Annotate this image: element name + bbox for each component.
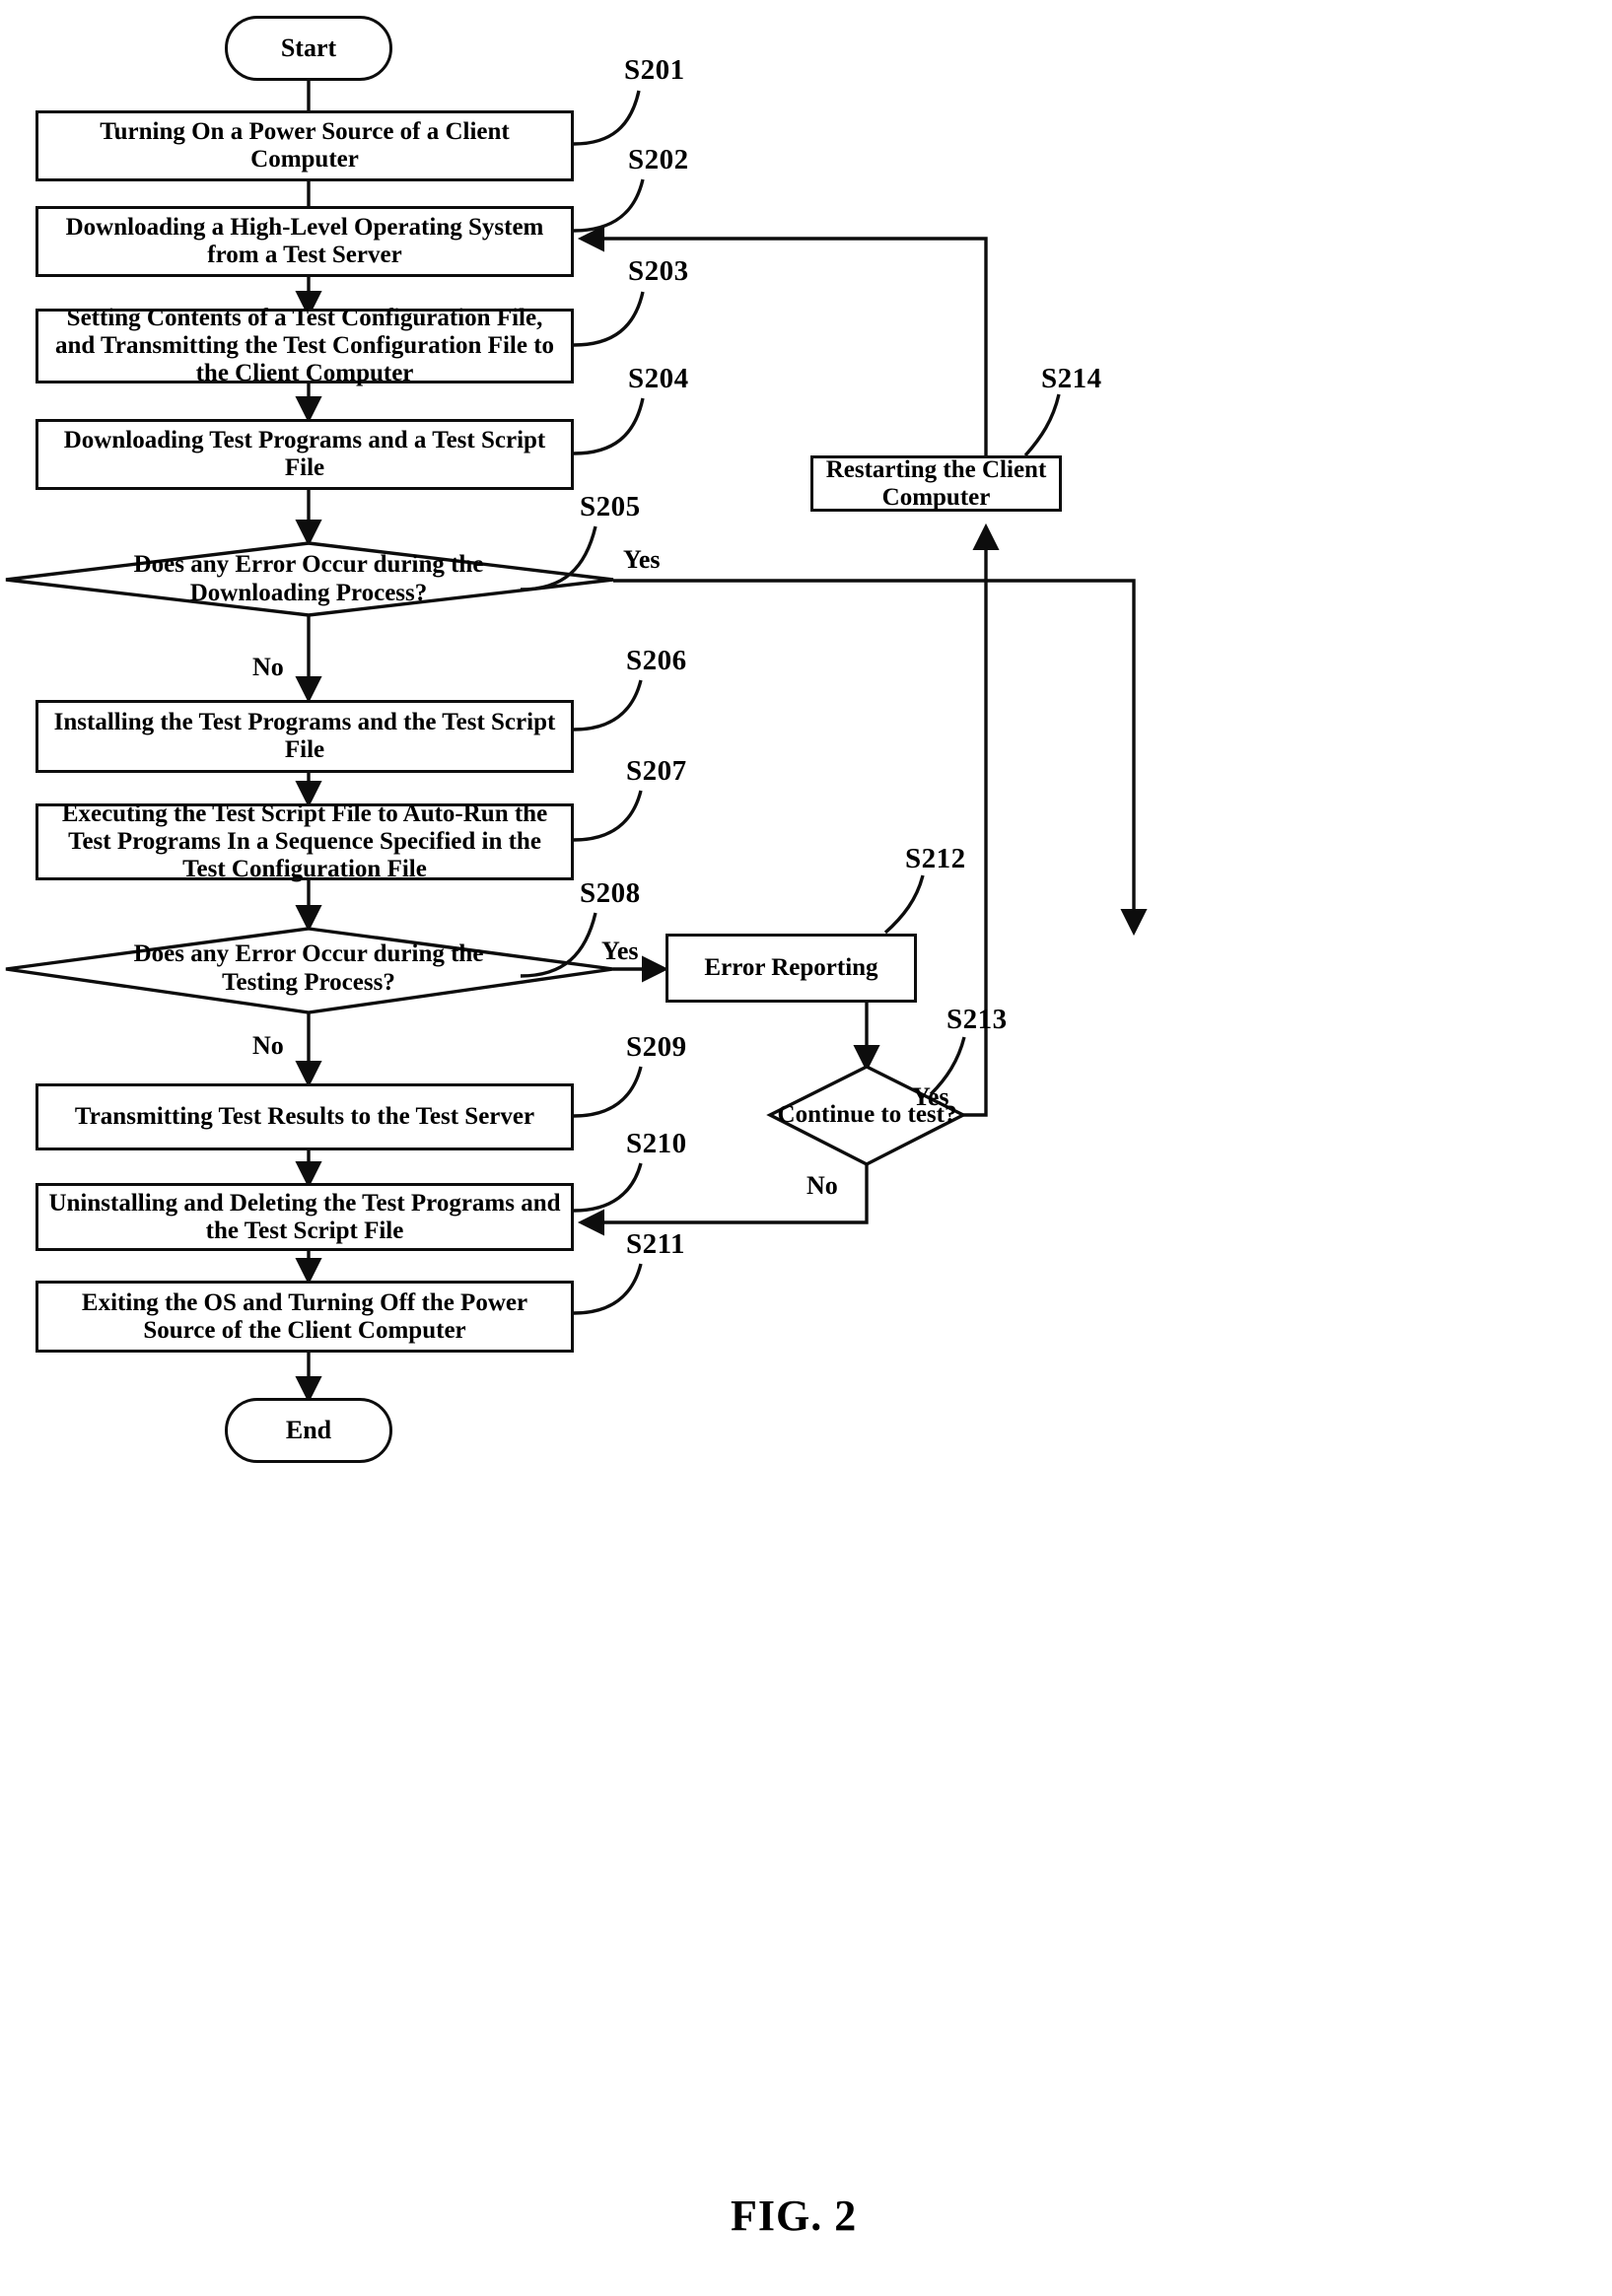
edge-label-s205-no: No <box>252 653 284 681</box>
leader-s204 <box>573 397 645 455</box>
leader-s207 <box>573 790 643 842</box>
edge-label-s213-no: No <box>806 1171 838 1200</box>
edge-label-s205-yes: Yes <box>623 545 661 574</box>
step-label-s208: S208 <box>580 877 641 909</box>
step-label-s207: S207 <box>626 755 687 787</box>
step-label-s205: S205 <box>580 491 641 522</box>
step-label-s203: S203 <box>628 255 689 287</box>
step-label-s213: S213 <box>946 1004 1008 1035</box>
step-label-s212: S212 <box>905 843 966 874</box>
leader-s210 <box>573 1162 643 1213</box>
figure-canvas: Start End Turning On a Power Source of a… <box>0 0 1612 2296</box>
leader-s201 <box>573 90 641 146</box>
edge-label-s208-yes: Yes <box>601 937 639 965</box>
leader-s209 <box>573 1066 643 1118</box>
edge-label-s208-no: No <box>252 1031 284 1060</box>
leader-s202 <box>573 178 645 233</box>
leader-line-layer <box>520 90 1061 1315</box>
step-label-s209: S209 <box>626 1031 687 1063</box>
leader-s206 <box>573 679 643 731</box>
leader-s214 <box>1023 393 1061 457</box>
step-label-s211: S211 <box>626 1228 686 1260</box>
step-label-s214: S214 <box>1041 363 1102 394</box>
edge-label-s213-yes: Yes <box>912 1082 949 1111</box>
leader-s205 <box>520 525 597 591</box>
leader-s211 <box>573 1263 643 1315</box>
step-label-s206: S206 <box>626 645 687 676</box>
leader-s212 <box>883 874 925 935</box>
step-label-s204: S204 <box>628 363 689 394</box>
leader-s203 <box>573 291 645 347</box>
step-label-s201: S201 <box>624 54 685 86</box>
step-label-s202: S202 <box>628 144 689 175</box>
figure-caption: FIG. 2 <box>731 2192 858 2240</box>
leader-s208 <box>520 912 597 978</box>
step-label-s210: S210 <box>626 1128 687 1159</box>
